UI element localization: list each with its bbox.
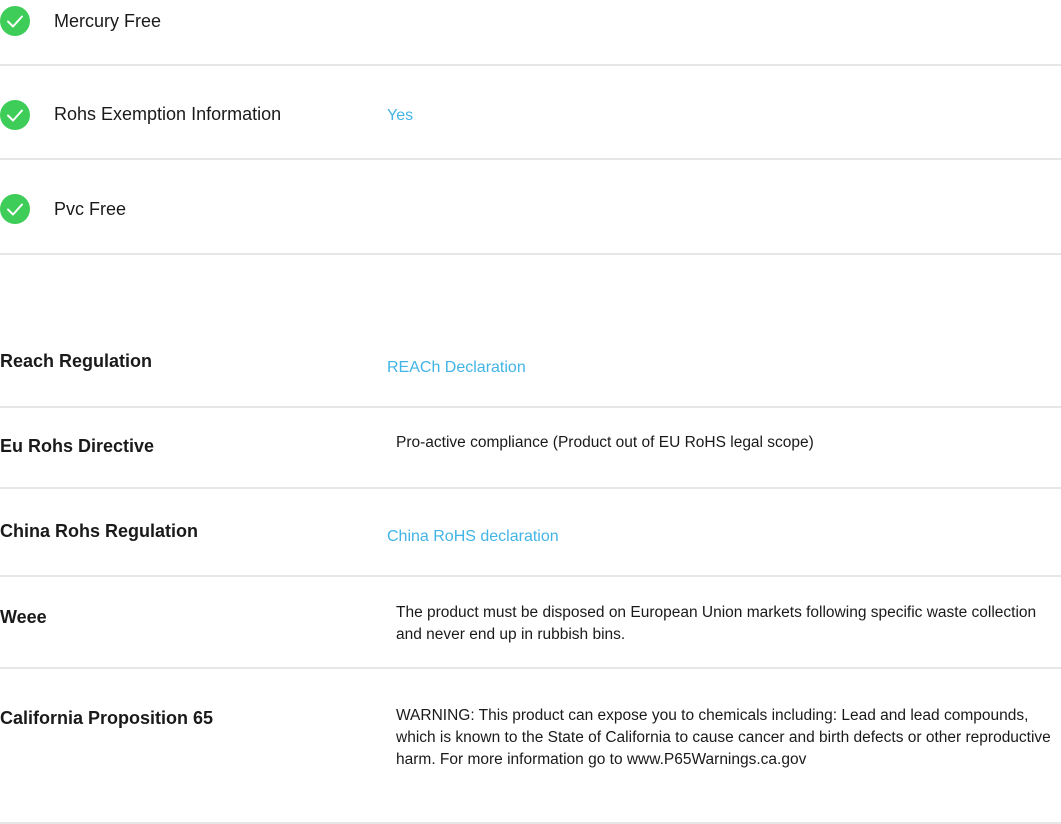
- regulation-label: Reach Regulation: [0, 351, 153, 371]
- divider: [0, 487, 1061, 489]
- divider: [0, 575, 1061, 577]
- regulation-value: The product must be disposed on European…: [396, 604, 1037, 643]
- regulation-label: Eu Rohs Directive: [0, 436, 155, 456]
- check-circle-icon: [0, 194, 30, 224]
- divider: [0, 253, 1061, 255]
- china-rohs-declaration-link[interactable]: China RoHS declaration: [387, 528, 559, 546]
- check-circle-icon: [0, 100, 30, 130]
- regulation-label: Weee: [0, 607, 47, 627]
- divider: [0, 667, 1061, 669]
- regulation-value: Pro-active compliance (Product out of EU…: [396, 434, 814, 451]
- check-circle-icon: [0, 6, 30, 36]
- divider: [0, 406, 1061, 408]
- feature-label: Pvc Free: [54, 199, 127, 219]
- divider: [0, 158, 1061, 160]
- reach-declaration-link[interactable]: REACh Declaration: [387, 359, 526, 377]
- regulation-label: California Proposition 65: [0, 708, 214, 728]
- divider: [0, 64, 1061, 66]
- feature-value: Yes: [387, 107, 414, 124]
- feature-label: Rohs Exemption Information: [54, 104, 282, 124]
- feature-label: Mercury Free: [54, 11, 162, 31]
- regulation-label: China Rohs Regulation: [0, 521, 198, 541]
- regulation-value: WARNING: This product can expose you to …: [396, 707, 1051, 768]
